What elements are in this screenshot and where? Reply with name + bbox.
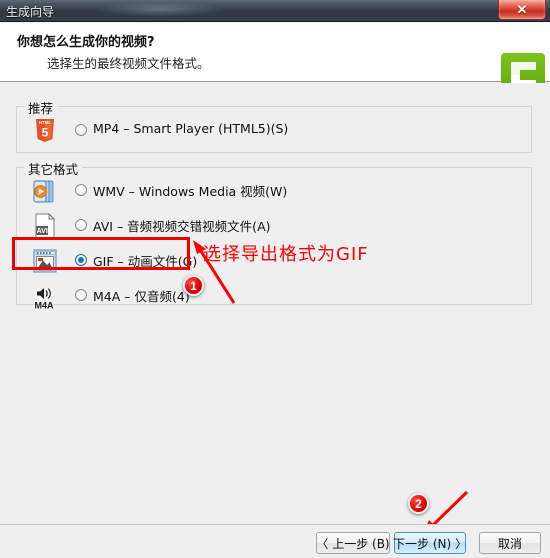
wizard-header: 你想怎么生成你的视频? 选择生的最终视频文件格式。 — [0, 23, 550, 97]
radio-gif[interactable] — [75, 254, 87, 266]
svg-text:HTML: HTML — [39, 120, 52, 125]
wizard-body: 推荐 5 HTML MP4 – Smart Player (HTML5)(S) … — [0, 83, 550, 524]
format-label-mp4[interactable]: MP4 – Smart Player (HTML5)(S) — [93, 121, 288, 136]
annotation-badge-1: 1 — [183, 275, 204, 296]
radio-m4a[interactable] — [75, 289, 87, 301]
group-recommended: 推荐 5 HTML MP4 – Smart Player (HTML5)(S) — [16, 98, 532, 153]
format-label-avi[interactable]: AVI – 音频视频交错视频文件(A) — [93, 216, 271, 235]
format-label-m4a[interactable]: M4A – 仅音频(4) — [93, 286, 190, 305]
windows-media-icon — [33, 180, 54, 203]
format-row-avi[interactable]: AVI AVI – 音频视频交错视频文件(A) — [17, 208, 531, 243]
avi-file-icon: AVI — [35, 212, 56, 239]
html5-icon: 5 HTML — [36, 119, 54, 142]
format-label-gif[interactable]: GIF – 动画文件(G) — [93, 251, 197, 270]
title-bar-highlight — [95, 2, 225, 17]
annotation-badge-2: 2 — [408, 493, 429, 514]
next-button[interactable]: 下一步 (N) 〉 — [393, 532, 467, 554]
svg-text:AVI: AVI — [37, 228, 48, 235]
radio-mp4[interactable] — [75, 124, 87, 136]
gif-animation-icon — [33, 249, 57, 273]
format-label-wmv[interactable]: WMV – Windows Media 视频(W) — [93, 181, 287, 200]
svg-text:M4A: M4A — [34, 301, 54, 311]
page-title: 你想怎么生成你的视频? — [17, 35, 155, 50]
window-title-bar: 生成向导 ✕ — [0, 0, 550, 22]
back-button[interactable]: 〈 上一步 (B) — [316, 532, 390, 554]
svg-text:5: 5 — [42, 126, 49, 140]
page-subtitle: 选择生的最终视频文件格式。 — [47, 56, 210, 71]
radio-wmv[interactable] — [75, 184, 87, 196]
group-other-formats: 其它格式 WMV – Windows Media 视频(W) AVI AVI –… — [16, 159, 532, 311]
wizard-footer: 〈 上一步 (B) 下一步 (N) 〉 取消 — [0, 524, 550, 558]
cancel-button[interactable]: 取消 — [479, 532, 541, 554]
format-row-m4a[interactable]: M4A M4A – 仅音频(4) — [17, 278, 531, 313]
window-title: 生成向导 — [6, 5, 55, 19]
radio-avi[interactable] — [75, 219, 87, 231]
format-row-mp4[interactable]: 5 HTML MP4 – Smart Player (HTML5)(S) — [17, 113, 531, 148]
format-row-wmv[interactable]: WMV – Windows Media 视频(W) — [17, 173, 531, 208]
m4a-audio-icon: M4A — [34, 288, 54, 311]
annotation-text: 选择导出格式为GIF — [203, 244, 369, 265]
close-button[interactable]: ✕ — [498, 0, 546, 20]
close-icon: ✕ — [516, 1, 528, 17]
